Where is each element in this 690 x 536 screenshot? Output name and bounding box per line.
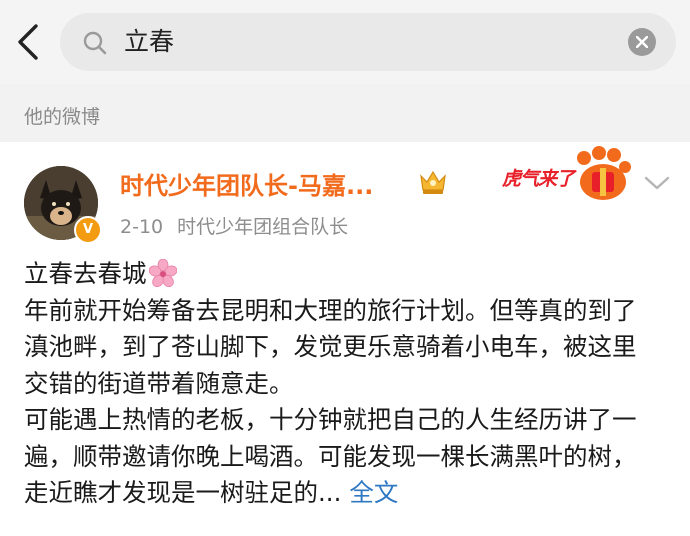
expand-full-text-link[interactable]: 全文 xyxy=(349,478,398,507)
section-header: 他的微博 xyxy=(0,84,690,142)
post-paragraph-2-text: 可能遇上热情的老板，十分钟就把自己的人生经历讲了一遍，顺带邀请你晚上喝酒。可能发… xyxy=(24,405,637,507)
author-name[interactable]: 时代少年团队长-马嘉... xyxy=(120,166,373,201)
cherry-blossom-icon xyxy=(148,259,177,287)
post-date: 2-10 xyxy=(120,216,164,238)
tiger-paw-icon xyxy=(577,146,631,200)
badge-text: 虎气来了 xyxy=(502,168,575,190)
clear-search-button[interactable] xyxy=(628,28,656,56)
verified-v-icon: V xyxy=(74,216,102,244)
back-button[interactable] xyxy=(10,22,50,62)
post-source: 时代少年团组合队长 xyxy=(177,216,349,238)
search-header xyxy=(0,0,690,84)
post-meta: 2-10 时代少年团组合队长 xyxy=(120,212,348,239)
post-paragraph-1: 年前就开始筹备去昆明和大理的旅行计划。但等真的到了滇池畔，到了苍山脚下，发觉更乐… xyxy=(24,295,637,398)
section-title: 他的微博 xyxy=(24,106,101,128)
search-box[interactable] xyxy=(60,13,676,71)
close-icon xyxy=(636,36,648,48)
post-title-line: 立春去春城 xyxy=(24,256,654,293)
crown-member-icon xyxy=(420,170,446,194)
post-title-text: 立春去春城 xyxy=(24,259,147,288)
post-content: 立春去春城 年前就开始筹备去昆明和大理的旅行计划。但等真的到了滇池畔，到了苍山脚… xyxy=(24,256,654,512)
chevron-down-icon[interactable] xyxy=(642,172,672,194)
search-input[interactable] xyxy=(124,13,604,71)
post-paragraph-2: 可能遇上热情的老板，十分钟就把自己的人生经历讲了一遍，顺带邀请你晚上喝酒。可能发… xyxy=(24,402,654,512)
tiger-year-badge[interactable]: 虎气来了 xyxy=(500,146,636,204)
chevron-left-icon xyxy=(18,24,38,60)
weibo-post-card[interactable]: V 时代少年团队长-马嘉... 2-10 时代少年团组合队长 虎气来了 立春去春城 xyxy=(0,142,690,536)
search-icon xyxy=(83,31,107,55)
